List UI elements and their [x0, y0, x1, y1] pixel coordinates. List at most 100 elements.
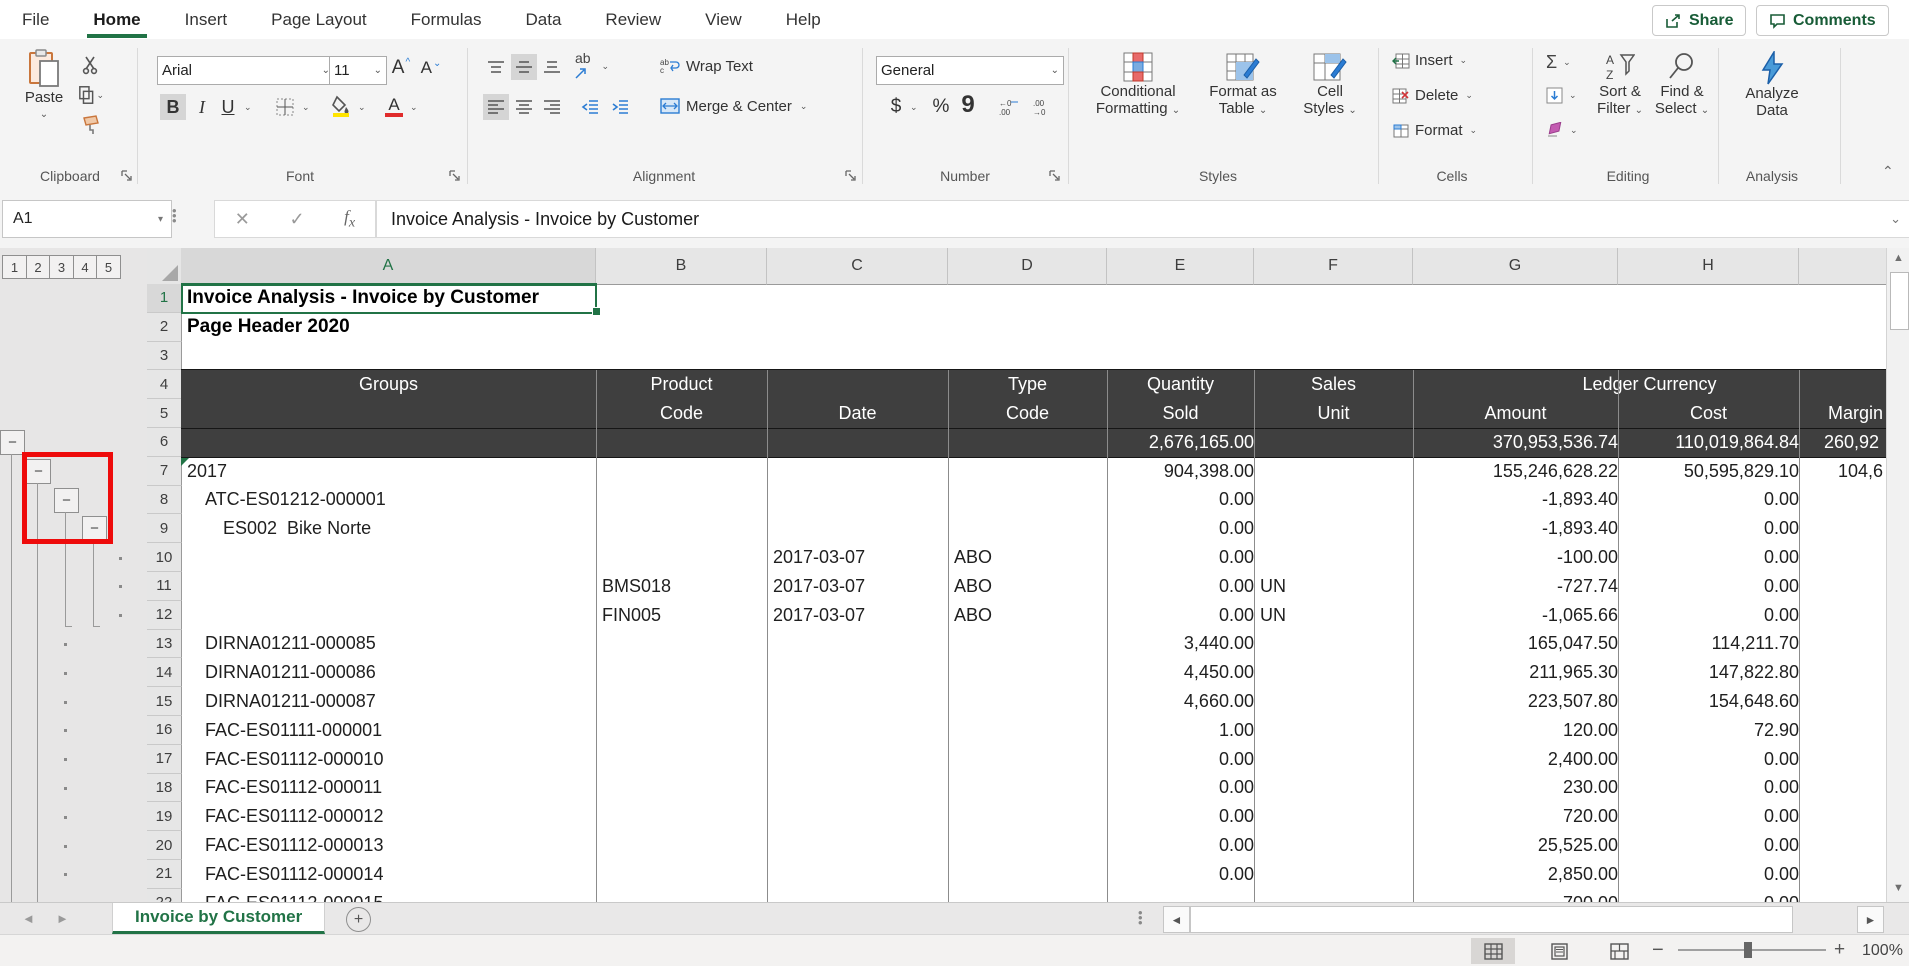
comments-button[interactable]: Comments	[1756, 5, 1889, 36]
increase-decimal-button[interactable]: ←0.00	[994, 94, 1024, 120]
merge-center-dropdown-chevron[interactable]: ⌄	[800, 101, 808, 112]
fill-color-dropdown-chevron[interactable]: ⌄	[358, 102, 366, 113]
cell-F12[interactable]: UN	[1260, 601, 1413, 630]
ribbon-tab-data[interactable]: Data	[524, 6, 564, 34]
zoom-in-button[interactable]: +	[1834, 939, 1845, 961]
insert-cells-button[interactable]: Insert⌄	[1392, 52, 1467, 69]
ribbon-tab-page-layout[interactable]: Page Layout	[269, 6, 368, 34]
cell-H18[interactable]: 0.00	[1618, 774, 1806, 803]
ribbon-tab-insert[interactable]: Insert	[183, 6, 230, 34]
cell-A19[interactable]: FAC-ES01112-000012	[205, 802, 596, 831]
cancel-icon[interactable]: ✕	[235, 209, 250, 230]
cell-D12[interactable]: ABO	[954, 601, 1107, 630]
cell-E17[interactable]: 0.00	[1107, 745, 1261, 774]
increase-indent-button[interactable]	[607, 94, 633, 120]
format-as-table-button[interactable]: Format as Table ⌄	[1197, 51, 1289, 119]
cell-E10[interactable]: 0.00	[1107, 543, 1261, 572]
sheet-tab-active[interactable]: Invoice by Customer	[112, 903, 325, 934]
bottom-align-button[interactable]	[539, 54, 565, 80]
ribbon-tab-home[interactable]: Home	[91, 6, 142, 34]
collapse-ribbon-button[interactable]: ⌃	[1882, 163, 1894, 180]
cell-H20[interactable]: 0.00	[1618, 831, 1806, 860]
cell-A18[interactable]: FAC-ES01112-000011	[205, 774, 596, 803]
cell-E15[interactable]: 4,660.00	[1107, 687, 1261, 716]
cell-H16[interactable]: 72.90	[1618, 716, 1806, 745]
cell-G13[interactable]: 165,047.50	[1413, 630, 1625, 659]
cell-A15[interactable]: DIRNA01211-000087	[205, 687, 596, 716]
cell-I6[interactable]: 260,92	[1824, 428, 1886, 457]
font-color-button[interactable]: A	[382, 92, 406, 120]
cell-A22[interactable]: FAC-ES01112-000015	[205, 889, 596, 902]
number-format-combo[interactable]: General⌄	[876, 56, 1064, 85]
cell-E6[interactable]: 2,676,165.00	[1107, 428, 1261, 457]
sort-filter-button[interactable]: AZ Sort & Filter ⌄	[1590, 51, 1650, 119]
insert-function-icon[interactable]: fx	[344, 207, 355, 231]
cell-A7[interactable]: 2017	[187, 457, 596, 486]
cell-H15[interactable]: 154,648.60	[1618, 687, 1806, 716]
cell-C10[interactable]: 2017-03-07	[773, 543, 948, 572]
ribbon-tab-view[interactable]: View	[703, 6, 744, 34]
cell-G20[interactable]: 25,525.00	[1413, 831, 1625, 860]
hscroll-left-button[interactable]: ◄	[1163, 906, 1190, 933]
decrease-decimal-button[interactable]: .00→0	[1028, 94, 1058, 120]
cell-G19[interactable]: 720.00	[1413, 802, 1625, 831]
copy-dropdown-chevron[interactable]: ⌄	[96, 90, 104, 101]
zoom-level[interactable]: 100%	[1862, 942, 1903, 960]
vertical-scrollbar[interactable]: ▲ ▼	[1886, 248, 1909, 902]
underline-button[interactable]: U	[216, 94, 240, 120]
format-painter-button[interactable]	[78, 113, 104, 137]
cell-G21[interactable]: 2,850.00	[1413, 860, 1625, 889]
cell-G11[interactable]: -727.74	[1413, 572, 1625, 601]
cell-H21[interactable]: 0.00	[1618, 860, 1806, 889]
clipboard-dialog-launcher[interactable]	[120, 169, 133, 182]
cell-A14[interactable]: DIRNA01211-000086	[205, 658, 596, 687]
analyze-data-button[interactable]: Analyze Data	[1732, 51, 1812, 119]
bold-button[interactable]: B	[160, 94, 186, 120]
new-sheet-button[interactable]: +	[346, 907, 371, 932]
share-button[interactable]: Share	[1652, 5, 1746, 36]
enter-icon[interactable]: ✓	[289, 209, 304, 230]
decrease-indent-button[interactable]	[577, 94, 603, 120]
cell-I7[interactable]: 104,6	[1838, 457, 1886, 486]
cell-H10[interactable]: 0.00	[1618, 543, 1806, 572]
page-layout-view-button[interactable]	[1537, 938, 1581, 964]
cell-H14[interactable]: 147,822.80	[1618, 658, 1806, 687]
zoom-out-button[interactable]: −	[1652, 939, 1664, 962]
format-cells-button[interactable]: Format⌄	[1392, 122, 1477, 139]
normal-view-button[interactable]	[1471, 938, 1515, 964]
cell-G22[interactable]: 700.00	[1413, 889, 1625, 902]
underline-dropdown-chevron[interactable]: ⌄	[244, 102, 252, 113]
cell-H6[interactable]: 110,019,864.84	[1618, 428, 1806, 457]
ribbon-tab-formulas[interactable]: Formulas	[409, 6, 484, 34]
cell-E8[interactable]: 0.00	[1107, 486, 1261, 515]
ribbon-tab-help[interactable]: Help	[784, 6, 823, 34]
cell-A13[interactable]: DIRNA01211-000085	[205, 630, 596, 659]
percent-style-button[interactable]: %	[928, 94, 954, 120]
cell-styles-button[interactable]: Cell Styles ⌄	[1293, 51, 1367, 119]
cell-E11[interactable]: 0.00	[1107, 572, 1261, 601]
cell-H8[interactable]: 0.00	[1618, 486, 1806, 515]
font-dialog-launcher[interactable]	[448, 169, 461, 182]
cell-H12[interactable]: 0.00	[1618, 601, 1806, 630]
horizontal-scroll-thumb[interactable]	[1190, 906, 1793, 933]
accounting-format-button[interactable]: $	[884, 94, 908, 120]
shrink-font-button[interactable]: A⌄	[418, 54, 444, 82]
alignment-dialog-launcher[interactable]	[844, 169, 857, 182]
page-break-view-button[interactable]	[1597, 938, 1641, 964]
paste-button[interactable]: Paste ⌄	[16, 49, 72, 123]
cell-G15[interactable]: 223,507.80	[1413, 687, 1625, 716]
cell-B12[interactable]: FIN005	[602, 601, 767, 630]
cell-A20[interactable]: FAC-ES01112-000013	[205, 831, 596, 860]
formula-input[interactable]: Invoice Analysis - Invoice by Customer ⌄	[376, 200, 1909, 238]
font-name-combo[interactable]: Arial⌄	[157, 56, 335, 85]
cell-G8[interactable]: -1,893.40	[1413, 486, 1625, 515]
cell-H7[interactable]: 50,595,829.10	[1618, 457, 1806, 486]
cell-E20[interactable]: 0.00	[1107, 831, 1261, 860]
cell-B11[interactable]: BMS018	[602, 572, 767, 601]
borders-dropdown-chevron[interactable]: ⌄	[302, 102, 310, 113]
cell-E19[interactable]: 0.00	[1107, 802, 1261, 831]
cell-E12[interactable]: 0.00	[1107, 601, 1261, 630]
align-left-button[interactable]	[483, 94, 509, 120]
middle-align-button[interactable]	[511, 54, 537, 80]
vertical-scroll-thumb[interactable]	[1890, 272, 1909, 330]
